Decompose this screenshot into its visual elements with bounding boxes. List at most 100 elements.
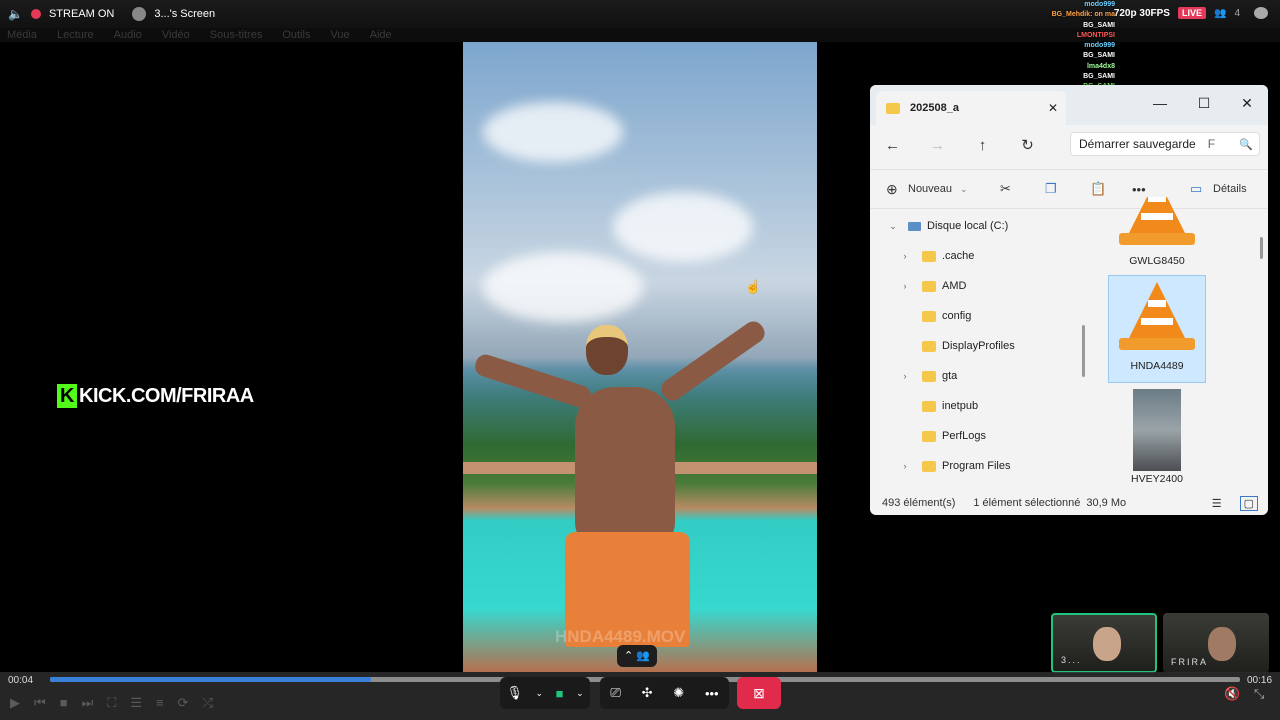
microphone-icon[interactable]: 🎙	[506, 685, 523, 701]
item-count: 493 élément(s)	[882, 497, 956, 509]
previous-icon[interactable]: ⏮	[34, 695, 46, 711]
close-tab-icon[interactable]: ✕	[1048, 101, 1058, 115]
vlc-menu-item[interactable]: Vidéo	[162, 28, 190, 42]
new-button[interactable]: Nouveau	[908, 183, 952, 195]
tree-item[interactable]: › gta	[900, 361, 958, 391]
file-tile[interactable]: HNDA4489	[1108, 275, 1206, 383]
end-call-button[interactable]: ⊠	[737, 677, 781, 709]
vlc-menu-item[interactable]: Sous-titres	[210, 28, 263, 42]
hand-cursor-icon: ☝	[745, 279, 762, 294]
details-button[interactable]: Détails	[1213, 183, 1247, 195]
next-icon[interactable]: ⏭	[82, 695, 94, 711]
quality-label: 720p 30FPS	[1113, 7, 1170, 19]
chevron-right-icon[interactable]: ›	[900, 281, 910, 291]
mic-options-chevron-icon[interactable]: ⌄	[535, 688, 543, 699]
file-grid: GWLG8450 HNDA4489 HVEY2400	[1085, 197, 1255, 491]
list-view-icon[interactable]: ☰	[1212, 497, 1222, 510]
vlc-menu-item[interactable]: Lecture	[57, 28, 94, 42]
chevron-right-icon[interactable]: ›	[900, 461, 910, 471]
minimize-stream-icon[interactable]: ⤡	[1254, 686, 1264, 702]
copy-icon[interactable]: ❐	[1045, 181, 1057, 197]
maximize-icon[interactable]: ☐	[1189, 91, 1219, 115]
video-thumbnail	[1133, 389, 1181, 471]
person-body	[575, 387, 675, 552]
new-plus-icon[interactable]: ⊕	[886, 181, 898, 198]
tree-item-label: Program Files	[942, 460, 1011, 472]
play-icon[interactable]: ▶	[10, 695, 20, 711]
mute-icon[interactable]: 🔇	[1224, 686, 1240, 702]
fullscreen-icon[interactable]: ⛶	[107, 695, 116, 711]
chevron-down-icon[interactable]: ⌄	[960, 184, 968, 195]
stop-icon[interactable]: ■	[60, 695, 68, 711]
address-bar[interactable]: Démarrer sauvegarde F 🔍	[1070, 132, 1260, 156]
tree-item[interactable]: ⌄ Disque local (C:)	[888, 211, 1008, 241]
forward-arrow-icon[interactable]: →	[915, 137, 960, 154]
vlc-menu-item[interactable]: Outils	[282, 28, 310, 42]
folder-icon	[922, 310, 936, 322]
chat-message: lma4dx8	[1086, 62, 1115, 70]
chevron-down-icon[interactable]: ⌄	[888, 221, 898, 232]
camera-options-chevron-icon[interactable]: ⌄	[576, 688, 584, 699]
vlc-buttons: ▶ ⏮ ■ ⏭ ⛶ ☰ ≡ ⟳ ⤮	[10, 695, 213, 711]
stream-info: 720p 30FPS LIVE 👥 4	[1114, 7, 1268, 19]
shuffle-icon[interactable]: ⤮	[203, 695, 213, 711]
paste-icon[interactable]: 📋	[1090, 181, 1106, 197]
vlc-menu-item[interactable]: Vue	[330, 28, 349, 42]
tile-view-icon[interactable]: ▢	[1239, 495, 1258, 511]
kick-logo: K KICK.COM/FRIRAA	[57, 384, 254, 408]
file-tile[interactable]: GWLG8450	[1108, 191, 1206, 273]
eq-icon[interactable]: ☰	[130, 695, 142, 711]
webcam-face	[1208, 627, 1236, 661]
more-options-icon[interactable]: •••	[705, 686, 719, 701]
tree-item[interactable]: › Program Files	[900, 451, 1011, 481]
tree-item[interactable]: PerfLogs	[900, 421, 986, 451]
activities-icon[interactable]: ✣	[642, 685, 653, 701]
tree-item[interactable]: inetpub	[900, 391, 978, 421]
tree-item[interactable]: › AMD	[900, 271, 967, 301]
minimize-icon[interactable]: —	[1145, 91, 1175, 115]
back-arrow-icon[interactable]: ←	[870, 137, 915, 154]
close-icon[interactable]: ✕	[1232, 91, 1262, 115]
chat-message: LMONTIPSI	[1076, 31, 1115, 39]
tree-item[interactable]: DisplayProfiles	[900, 331, 1015, 361]
explorer-tab[interactable]: 202508_a ✕	[876, 91, 1066, 125]
chevron-right-icon[interactable]: ›	[900, 251, 910, 261]
playlist-icon[interactable]: ≡	[156, 695, 164, 711]
share-toggle-button[interactable]: ⌃ 👥	[617, 645, 657, 667]
vlc-menu-item[interactable]: Audio	[114, 28, 142, 42]
cut-icon[interactable]: ✂	[1000, 181, 1011, 197]
soundboard-icon[interactable]: ✺	[673, 685, 684, 701]
cloud	[483, 102, 623, 162]
file-tile[interactable]: HVEY2400	[1108, 383, 1206, 491]
chat-message: modo999	[1084, 1, 1115, 8]
chevron-right-icon[interactable]: ›	[900, 371, 910, 381]
tree-item[interactable]: config	[900, 301, 971, 331]
grid-scrollbar[interactable]	[1260, 237, 1263, 259]
loop-icon[interactable]: ⟳	[178, 695, 189, 711]
address-text: Démarrer sauvegarde	[1079, 137, 1196, 151]
refresh-icon[interactable]: ↻	[1005, 136, 1050, 154]
vlc-menu-item[interactable]: Aide	[370, 28, 392, 42]
up-arrow-icon[interactable]: ↑	[960, 137, 1005, 154]
explorer-statusbar: 493 élément(s) 1 élément sélectionné 30,…	[870, 491, 1268, 515]
screen-share-icon[interactable]: ⎚	[610, 685, 620, 701]
vlc-menu-item[interactable]: Média	[7, 28, 37, 42]
search-icon[interactable]: 🔍	[1239, 138, 1253, 151]
chat-bubble-icon[interactable]	[1254, 7, 1268, 19]
video-watermark: HNDA4489.MOV	[555, 627, 686, 646]
camera-icon[interactable]: ■	[556, 686, 564, 701]
tree-item-label: config	[942, 310, 972, 322]
webcam-tile-self[interactable]: 3...	[1051, 613, 1157, 673]
tree-item[interactable]: › .cache	[900, 241, 975, 271]
person-arm-left	[472, 351, 594, 411]
file-explorer-window[interactable]: 202508_a ✕ — ☐ ✕ ← → ↑ ↻ Démarrer sauveg…	[870, 85, 1268, 515]
tree-item-label: AMD	[942, 280, 967, 292]
live-badge: LIVE	[1177, 7, 1206, 19]
folder-icon	[922, 430, 936, 442]
folder-icon	[922, 460, 936, 472]
tree-item-label: PerfLogs	[942, 430, 987, 442]
viewers-icon: 👥	[1213, 7, 1227, 19]
webcam-tile-frira[interactable]: FRIRA	[1163, 613, 1269, 673]
kick-icon: K	[57, 384, 77, 408]
speaker-icon[interactable]: 🔈	[8, 7, 23, 21]
